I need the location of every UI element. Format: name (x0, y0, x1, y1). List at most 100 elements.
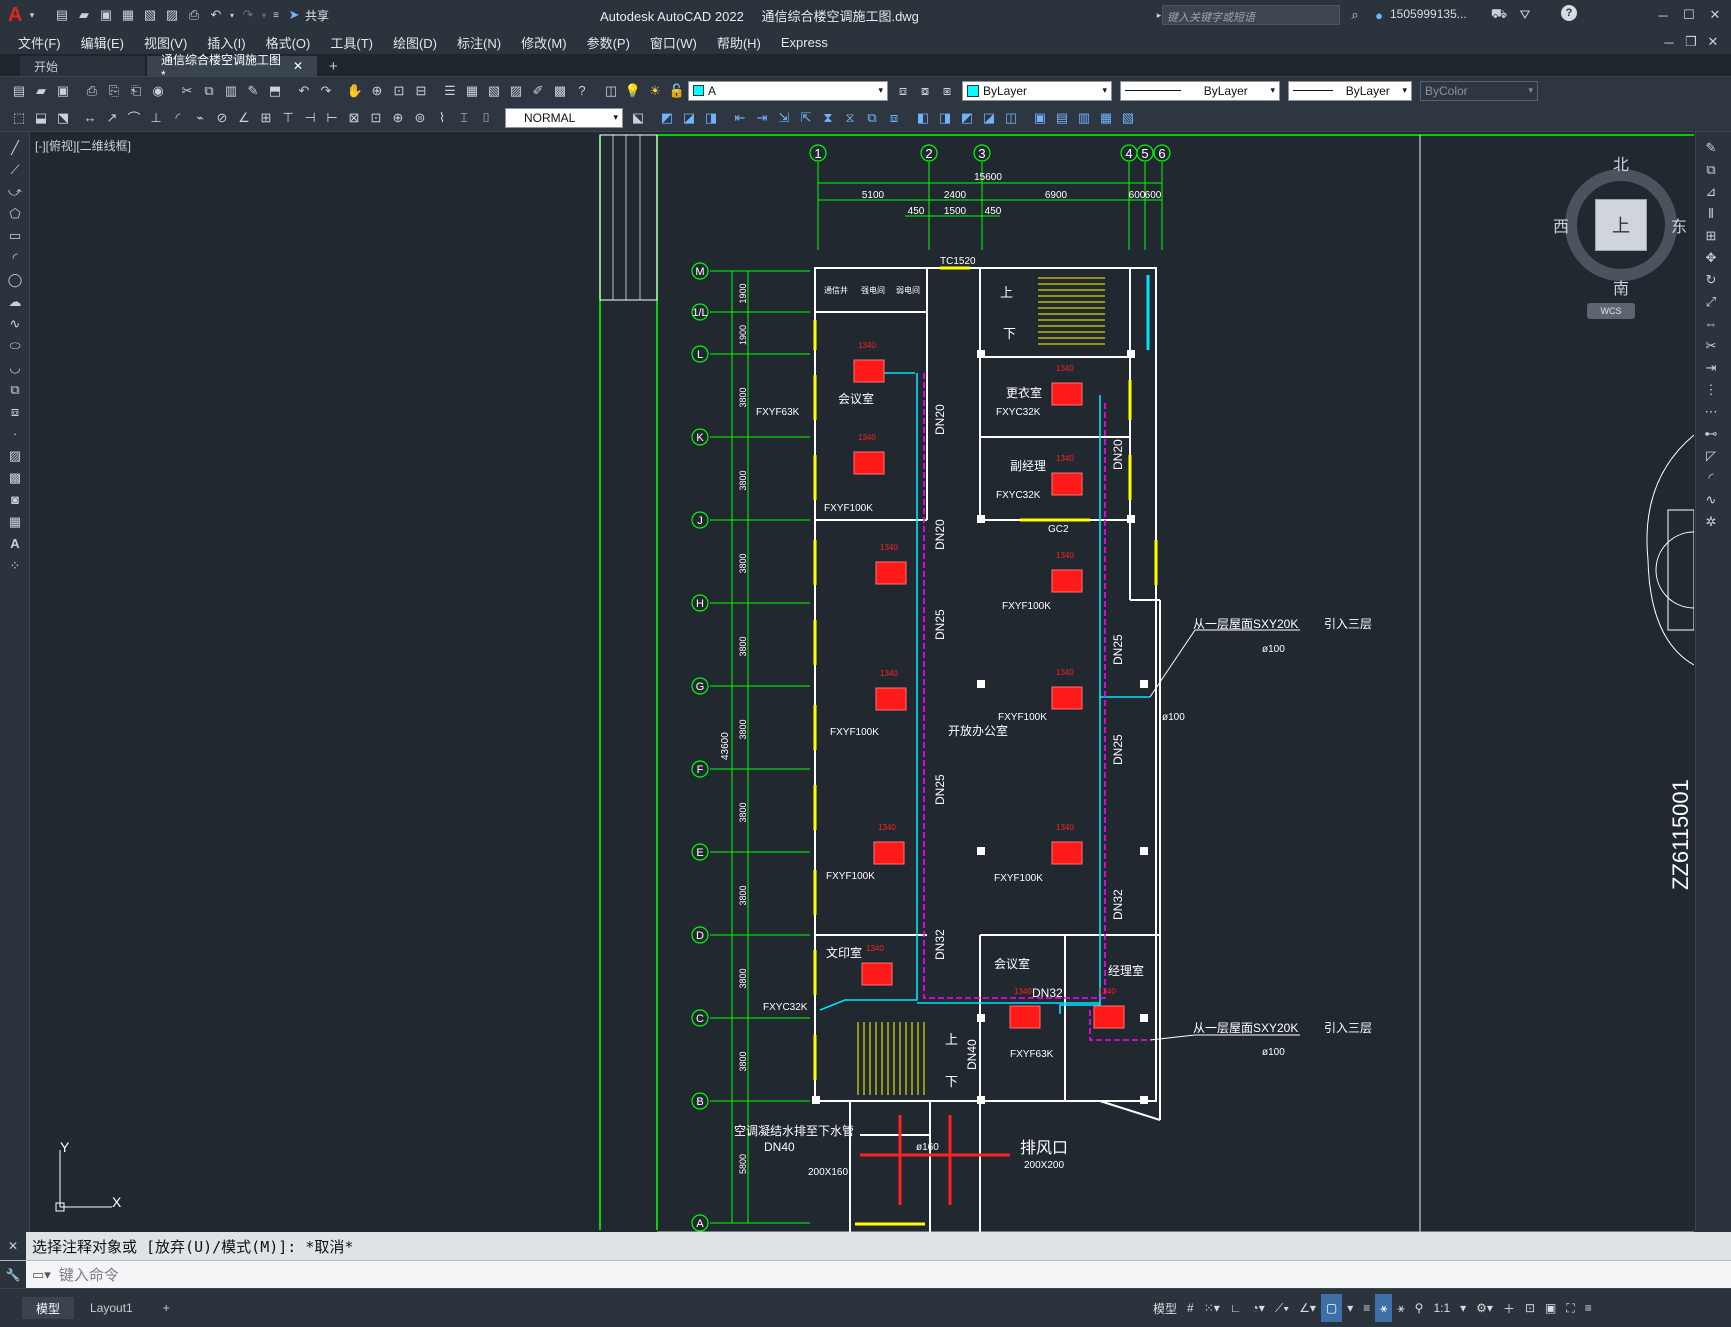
tab-close-icon[interactable]: ✕ (293, 59, 303, 73)
zoom-realtime-icon[interactable]: ⊕ (367, 81, 387, 101)
add-layout-button[interactable]: + (149, 1297, 184, 1319)
explode-icon[interactable]: ✲ (1698, 511, 1724, 532)
linetype-dropdown[interactable]: ByLayer ▾ (1120, 80, 1280, 101)
polyline-icon[interactable]: ⤻ (2, 181, 28, 202)
region-icon[interactable]: ▣ (1030, 108, 1050, 128)
compass-north[interactable]: 北 (1613, 151, 1629, 175)
zoom-window-icon[interactable]: ⊡ (389, 81, 409, 101)
redo-icon[interactable]: ↷ (238, 5, 258, 25)
3dprint-icon[interactable]: ◉ (148, 81, 168, 101)
add-selected-icon[interactable]: ⁘ (2, 555, 28, 576)
open-web-icon[interactable]: ▧ (140, 5, 160, 25)
table-icon[interactable]: ▤ (1052, 108, 1072, 128)
menu-help[interactable]: 帮助(H) (707, 30, 771, 54)
customize-qat-icon[interactable]: ≡ (270, 5, 282, 25)
draworder-front-icon[interactable]: ◩ (657, 108, 677, 128)
command-line[interactable]: 🔧 ▭▾ 键入命令 (0, 1260, 1731, 1288)
layer-properties-icon[interactable]: ◫ (601, 81, 621, 101)
dim-icon[interactable]: ⬚ (9, 108, 29, 128)
dimtedit-icon[interactable]: ⌷ (476, 108, 496, 128)
dimstyle-icon[interactable]: ⬓ (31, 108, 51, 128)
redo-toolbar-icon[interactable]: ↷ (316, 81, 336, 101)
close-icon[interactable]: ✕ (1705, 5, 1725, 25)
annotation-visibility-icon[interactable]: ⚹ (1375, 1294, 1393, 1322)
viewcube-face[interactable]: 上 (1595, 199, 1647, 251)
ellipse-icon[interactable]: ⬭ (2, 335, 28, 356)
move-icon[interactable]: ✥ (1698, 247, 1724, 268)
lineweight-icon[interactable]: ≡ (1358, 1294, 1375, 1322)
make-block-icon[interactable]: ⧈ (2, 401, 28, 422)
angular-dim-icon[interactable]: ∠ (234, 108, 254, 128)
menu-window[interactable]: 窗口(W) (640, 30, 707, 54)
doc-minimize-icon[interactable]: ─ (1659, 32, 1679, 52)
jogged-linear-icon[interactable]: ⌇ (432, 108, 452, 128)
hatch-icon[interactable]: ◪ (979, 108, 999, 128)
inspect-icon[interactable]: ⊜ (410, 108, 430, 128)
print-icon[interactable]: ⎙ (82, 81, 102, 101)
new-file-icon[interactable]: ▤ (52, 5, 72, 25)
dimspace-icon[interactable]: ⊢ (322, 108, 342, 128)
quick-properties-icon[interactable]: ▣ (1540, 1294, 1561, 1322)
open-icon[interactable]: ▰ (31, 81, 51, 101)
preview-icon[interactable]: ⎘ (104, 81, 124, 101)
qnew-icon[interactable]: ▤ (9, 81, 29, 101)
join-icon[interactable]: ⊷ (1698, 423, 1724, 444)
gradient-icon[interactable]: ◩ (957, 108, 977, 128)
undo-icon[interactable]: ↶ (206, 5, 226, 25)
redo-dropdown-icon[interactable]: ▾ (260, 5, 268, 25)
gradient-tool-icon[interactable]: ▩ (2, 467, 28, 488)
jogged-dim-icon[interactable]: ⌁ (190, 108, 210, 128)
save-as-icon[interactable]: ▦ (118, 5, 138, 25)
dimedit-icon[interactable]: ⌶ (454, 108, 474, 128)
osnap-dropdown-icon[interactable]: ▾ (1342, 1294, 1358, 1322)
wipeout-icon[interactable]: ▦ (1096, 108, 1116, 128)
tab-model[interactable]: 模型 (22, 1297, 75, 1319)
clip-icon[interactable]: ⧗ (818, 108, 838, 128)
layer-lock-icon[interactable]: 🔓 (667, 81, 687, 101)
scale-icon[interactable]: ⤢ (1698, 291, 1724, 312)
properties-icon[interactable]: ☰ (440, 81, 460, 101)
layer-on-icon[interactable]: 💡 (623, 81, 643, 101)
table-tool-icon[interactable]: ▦ (2, 511, 28, 532)
polygon-icon[interactable]: ⬠ (2, 203, 28, 224)
menu-file[interactable]: 文件(F) (8, 30, 71, 54)
field-icon[interactable]: ◧ (913, 108, 933, 128)
osnap-tracking-icon[interactable]: ∠▾ (1294, 1294, 1321, 1322)
clean-screen-icon[interactable]: ⛶ (1561, 1294, 1579, 1322)
cut-icon[interactable]: ✂ (177, 81, 197, 101)
matchprop-icon[interactable]: ✎ (243, 81, 263, 101)
dimupdate-icon[interactable]: ⬔ (53, 108, 73, 128)
workspace-icon[interactable]: ⚙▾ (1471, 1294, 1498, 1322)
drawing-viewport[interactable]: [-][俯视][二维线框] 1 2 3 4 5 6 15600 5100 240… (31, 133, 1694, 1232)
draworder-above-icon[interactable]: ◨ (701, 108, 721, 128)
blend-icon[interactable]: ∿ (1698, 489, 1724, 510)
copy-icon[interactable]: ⧉ (199, 81, 219, 101)
command-settings-icon[interactable]: 🔧 (0, 1261, 26, 1288)
array-icon[interactable]: ⊞ (1698, 225, 1724, 246)
offset-icon[interactable]: ⫴ (1698, 203, 1724, 224)
point-icon[interactable]: · (2, 423, 28, 444)
trim-icon[interactable]: ✂ (1698, 335, 1724, 356)
share-button[interactable]: 共享 (305, 7, 329, 24)
color-dropdown[interactable]: ByLayer ▾ (962, 80, 1112, 101)
annotation-scale-icon[interactable]: ⚲ (1410, 1294, 1429, 1322)
autodesk-app-icon[interactable]: ⛛ (1515, 5, 1535, 25)
zoom-previous-icon[interactable]: ⊟ (411, 81, 431, 101)
align-icon[interactable]: ⇤ (730, 108, 750, 128)
revcloud-tool-icon[interactable]: ☁ (2, 291, 28, 312)
undo-toolbar-icon[interactable]: ↶ (294, 81, 314, 101)
plotstyle-dropdown[interactable]: ByColor ▾ (1420, 80, 1538, 101)
undo-dropdown-icon[interactable]: ▾ (228, 5, 236, 25)
circle-icon[interactable]: ◯ (2, 269, 28, 290)
hyperlink-icon[interactable]: ◨ (935, 108, 955, 128)
compass-south[interactable]: 南 (1613, 275, 1629, 299)
menu-parametric[interactable]: 参数(P) (577, 30, 640, 54)
command-grip[interactable]: ✕ (0, 1232, 26, 1260)
tab-layout1[interactable]: Layout1 (76, 1297, 147, 1319)
tab-start[interactable]: 开始 (20, 56, 145, 76)
draworder-back-icon[interactable]: ◪ (679, 108, 699, 128)
autocad-logo[interactable]: A (8, 4, 26, 27)
continue-dim-icon[interactable]: ⊣ (300, 108, 320, 128)
wcs-menu[interactable]: WCS (1587, 303, 1635, 319)
user-icon[interactable]: ● (1369, 5, 1389, 25)
